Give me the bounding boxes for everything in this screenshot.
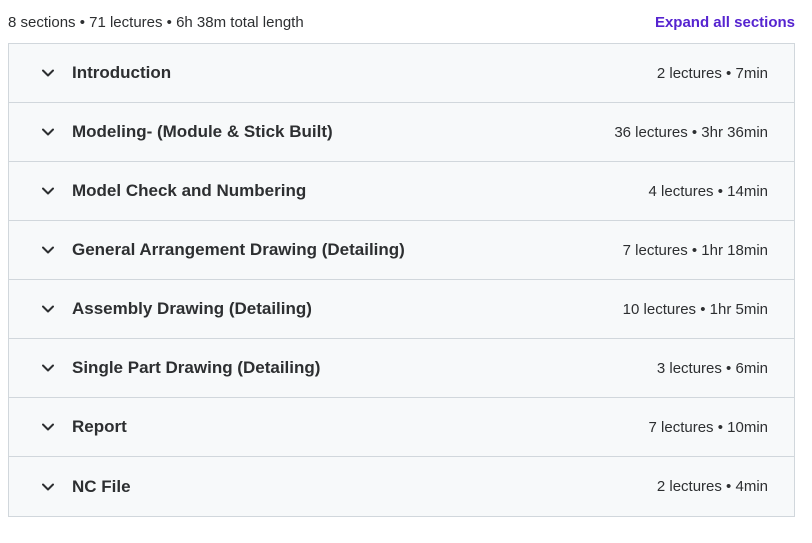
chevron-down-icon bbox=[41, 243, 55, 257]
section-title: Model Check and Numbering bbox=[72, 181, 307, 200]
section-title: Introduction bbox=[72, 63, 172, 82]
chevron-down-icon bbox=[41, 361, 55, 375]
section-meta: 2 lectures • 7min bbox=[656, 64, 768, 82]
section-title: Single Part Drawing (Detailing) bbox=[72, 358, 321, 377]
chevron-down-icon bbox=[41, 420, 55, 434]
chevron-down-icon bbox=[41, 66, 55, 80]
curriculum-summary-bar: 8 sections • 71 lectures • 6h 38m total … bbox=[8, 10, 795, 34]
section-meta: 7 lectures • 10min bbox=[648, 418, 768, 436]
section-meta: 7 lectures • 1hr 18min bbox=[622, 241, 768, 259]
section-title: Assembly Drawing (Detailing) bbox=[72, 299, 312, 318]
curriculum-section-list: Introduction 2 lectures • 7min Modeling-… bbox=[8, 43, 795, 517]
chevron-down-icon bbox=[41, 184, 55, 198]
curriculum-summary: 8 sections • 71 lectures • 6h 38m total … bbox=[8, 13, 304, 31]
section-header-single-part-drawing[interactable]: Single Part Drawing (Detailing) 3 lectur… bbox=[9, 339, 794, 398]
section-header-nc-file[interactable]: NC File 2 lectures • 4min bbox=[9, 457, 794, 516]
section-header-introduction[interactable]: Introduction 2 lectures • 7min bbox=[9, 44, 794, 103]
chevron-down-icon bbox=[41, 480, 55, 494]
expand-all-sections-button[interactable]: Expand all sections bbox=[655, 14, 795, 31]
section-meta: 10 lectures • 1hr 5min bbox=[622, 300, 768, 318]
section-title: Report bbox=[72, 417, 127, 436]
section-title: Modeling- (Module & Stick Built) bbox=[72, 122, 333, 141]
section-meta: 4 lectures • 14min bbox=[648, 182, 768, 200]
section-meta: 36 lectures • 3hr 36min bbox=[614, 123, 768, 141]
section-header-modeling[interactable]: Modeling- (Module & Stick Built) 36 lect… bbox=[9, 103, 794, 162]
section-title: General Arrangement Drawing (Detailing) bbox=[72, 240, 405, 259]
chevron-down-icon bbox=[41, 302, 55, 316]
section-header-model-check[interactable]: Model Check and Numbering 4 lectures • 1… bbox=[9, 162, 794, 221]
section-title: NC File bbox=[72, 476, 131, 496]
section-header-general-arrangement[interactable]: General Arrangement Drawing (Detailing) … bbox=[9, 221, 794, 280]
section-header-assembly-drawing[interactable]: Assembly Drawing (Detailing) 10 lectures… bbox=[9, 280, 794, 339]
section-meta: 2 lectures • 4min bbox=[656, 478, 768, 495]
chevron-down-icon bbox=[41, 125, 55, 139]
section-meta: 3 lectures • 6min bbox=[656, 359, 768, 377]
section-header-report[interactable]: Report 7 lectures • 10min bbox=[9, 398, 794, 457]
